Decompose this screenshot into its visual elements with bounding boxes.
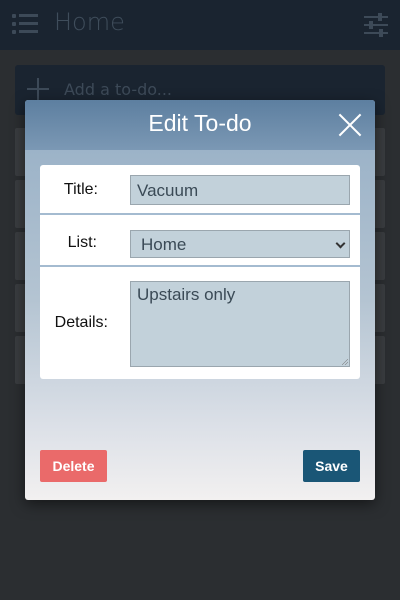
list-label: List: (67, 234, 97, 251)
title-label: Title: (63, 181, 98, 198)
menu-icon[interactable] (12, 13, 38, 34)
add-todo-placeholder: Add a to-do... (64, 80, 173, 99)
details-row: Details: Upstairs only (40, 269, 360, 379)
title-input[interactable]: Vacuum (130, 175, 350, 205)
edit-todo-dialog: Edit To-do Title: Vacuum List: Home Deta… (25, 100, 375, 500)
resize-handle-icon[interactable] (342, 359, 348, 365)
dialog-header: Edit To-do (25, 100, 375, 150)
save-button[interactable]: Save (303, 450, 360, 482)
list-select[interactable]: Home (130, 230, 350, 258)
title-row: Title: Vacuum (40, 165, 360, 215)
close-icon[interactable] (338, 113, 362, 137)
filter-icon[interactable] (364, 13, 388, 37)
details-text: Upstairs only (137, 285, 236, 304)
list-row: List: Home (40, 217, 360, 267)
edit-form: Title: Vacuum List: Home Details: Upstai… (40, 165, 360, 379)
delete-button[interactable]: Delete (40, 450, 107, 482)
details-label: Details: (54, 314, 108, 331)
page-title: Home (54, 8, 125, 36)
dialog-title: Edit To-do (148, 110, 252, 136)
details-textarea[interactable]: Upstairs only (130, 281, 350, 367)
app-header: Home (0, 0, 400, 50)
list-select-value: Home (141, 235, 187, 254)
plus-icon (27, 78, 49, 100)
chevron-down-icon (335, 238, 346, 249)
